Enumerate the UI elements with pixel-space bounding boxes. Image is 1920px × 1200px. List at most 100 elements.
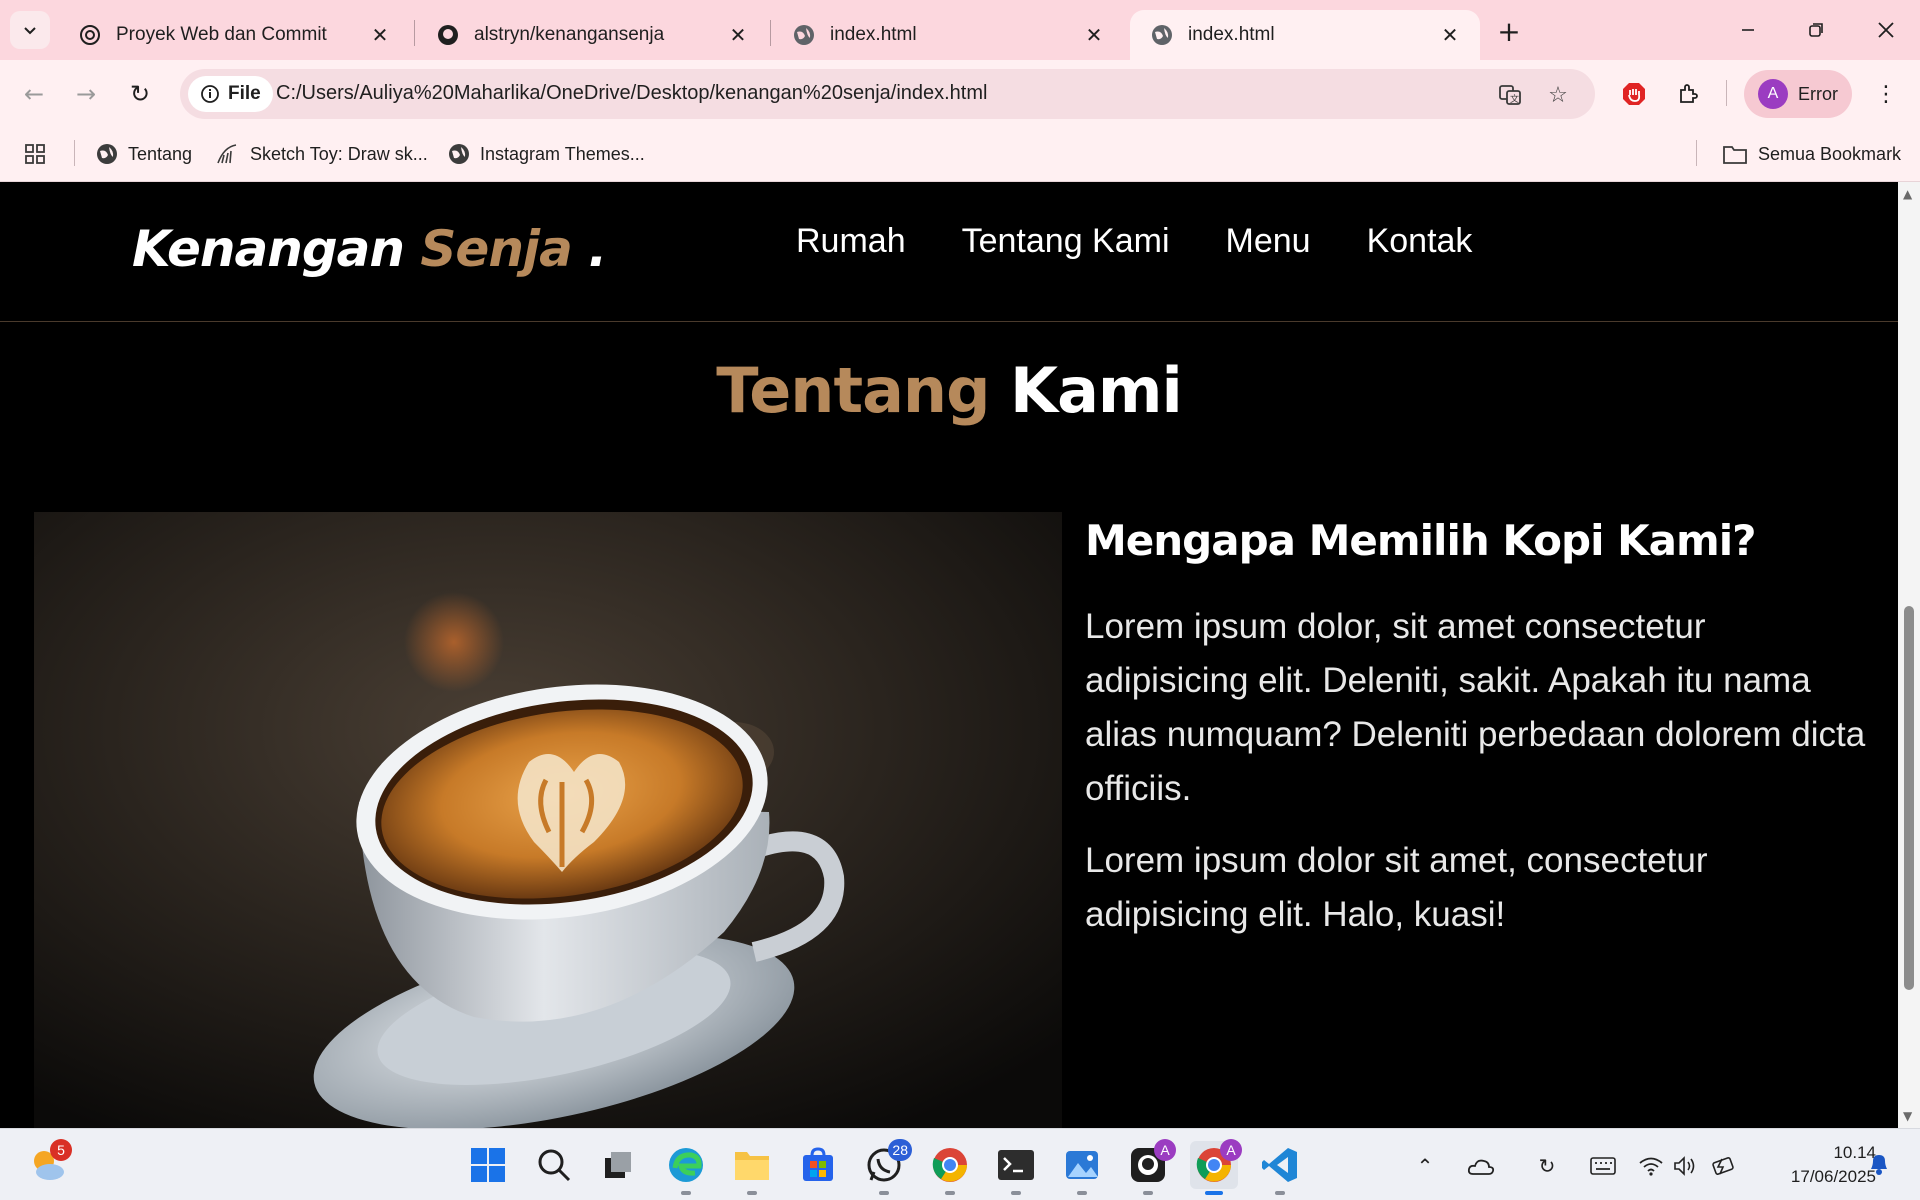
volume-icon[interactable] xyxy=(1670,1151,1700,1181)
close-window-button[interactable] xyxy=(1858,8,1914,52)
restore-icon xyxy=(1809,23,1823,37)
menu-kebab-icon[interactable]: ⋮ xyxy=(1868,76,1904,112)
task-view-icon xyxy=(605,1152,631,1178)
close-icon[interactable]: ✕ xyxy=(1438,23,1462,47)
search-button[interactable] xyxy=(530,1141,578,1189)
running-indicator xyxy=(879,1191,889,1195)
close-icon[interactable]: ✕ xyxy=(726,23,750,47)
sync-icon[interactable]: ↻ xyxy=(1532,1151,1562,1181)
about-title-main: Kami xyxy=(1010,354,1183,427)
translate-icon[interactable]: 文 xyxy=(1496,81,1524,109)
system-clock[interactable]: 10.14 17/06/2025 xyxy=(1756,1141,1876,1189)
bookmark-tentang[interactable]: Tentang xyxy=(96,138,192,170)
taskbar-photos[interactable] xyxy=(1058,1141,1106,1195)
tab-separator xyxy=(770,20,771,46)
scrollbar-thumb[interactable] xyxy=(1904,606,1914,990)
scheme-label: File xyxy=(228,83,261,104)
tab-strip: Proyek Web dan Commit ✕ alstryn/kenangan… xyxy=(0,0,1920,60)
scroll-up-icon[interactable]: ▲ xyxy=(1903,188,1915,200)
site-logo[interactable]: Kenangan Senja . xyxy=(132,220,607,278)
vscode-icon xyxy=(1262,1148,1297,1182)
chrome-icon xyxy=(932,1148,967,1182)
bookmark-separator xyxy=(74,140,75,166)
tab-github[interactable]: alstryn/kenangansenja ✕ xyxy=(416,10,768,60)
start-button[interactable] xyxy=(464,1141,512,1189)
taskbar-terminal[interactable] xyxy=(992,1141,1040,1195)
site-info-chip[interactable]: File xyxy=(188,76,273,112)
all-bookmarks-label: Semua Bookmark xyxy=(1758,143,1902,164)
notification-badge: 5 xyxy=(50,1139,72,1161)
profile-button[interactable]: A Error xyxy=(1744,70,1852,118)
taskbar-github-desktop[interactable]: A xyxy=(1124,1139,1176,1195)
openai-icon xyxy=(78,23,102,47)
page-viewport: Kenangan Senja . Rumah Tentang Kami Menu… xyxy=(0,182,1898,1128)
bookmark-instagram-themes[interactable]: Instagram Themes... xyxy=(448,138,645,170)
extensions-icon[interactable] xyxy=(1670,76,1706,112)
battery-icon[interactable] xyxy=(1708,1151,1738,1181)
close-icon[interactable]: ✕ xyxy=(368,23,392,47)
store-icon xyxy=(803,1147,833,1181)
taskbar-chrome-profile[interactable] xyxy=(926,1141,974,1195)
tab-title: index.html xyxy=(830,24,917,45)
minimize-button[interactable] xyxy=(1720,8,1776,52)
profile-badge: A xyxy=(1154,1139,1176,1161)
tab-separator xyxy=(414,20,415,46)
page-scrollbar[interactable]: ▲ ▼ xyxy=(1898,182,1920,1128)
logo-accent: Senja xyxy=(420,220,572,278)
restore-button[interactable] xyxy=(1788,8,1844,52)
about-section-title: Tentang Kami xyxy=(0,354,1898,427)
taskbar: 5 28 A A ⌃ ↻ 10.14 17/06/2025 xyxy=(0,1128,1920,1200)
running-indicator xyxy=(1011,1191,1021,1195)
extension-shield-icon[interactable] xyxy=(1616,76,1652,112)
onedrive-icon[interactable] xyxy=(1466,1151,1496,1181)
tab-title: Proyek Web dan Commit xyxy=(116,24,327,45)
about-paragraph-2: Lorem ipsum dolor sit amet, consectetur … xyxy=(1085,841,1708,934)
task-view-button[interactable] xyxy=(594,1141,642,1189)
close-icon[interactable]: ✕ xyxy=(1082,23,1106,47)
tab-title: index.html xyxy=(1188,24,1275,45)
site-nav-links: Rumah Tentang Kami Menu Kontak xyxy=(796,222,1472,261)
nav-link-menu[interactable]: Menu xyxy=(1226,222,1311,261)
tab-index-1[interactable]: index.html ✕ xyxy=(772,10,1124,60)
profile-badge: A xyxy=(1220,1139,1242,1161)
bookmark-sketch-toy[interactable]: Sketch Toy: Draw sk... xyxy=(216,138,428,170)
wifi-icon[interactable] xyxy=(1636,1151,1666,1181)
address-bar[interactable]: File C:/Users/Auliya%20Maharlika/OneDriv… xyxy=(180,69,1595,119)
all-bookmarks-button[interactable]: Semua Bookmark xyxy=(1722,138,1901,170)
reload-button[interactable]: ↻ xyxy=(122,76,158,112)
url-text[interactable]: C:/Users/Auliya%20Maharlika/OneDrive/Des… xyxy=(276,82,987,105)
active-indicator xyxy=(1205,1191,1223,1195)
tab-proyek-web[interactable]: Proyek Web dan Commit ✕ xyxy=(58,10,410,60)
taskbar-edge[interactable] xyxy=(662,1141,710,1195)
globe-icon xyxy=(97,144,117,164)
apps-button[interactable] xyxy=(24,138,46,170)
taskbar-file-explorer[interactable] xyxy=(728,1141,776,1195)
nav-link-tentang-kami[interactable]: Tentang Kami xyxy=(962,222,1170,261)
keyboard-icon[interactable] xyxy=(1588,1151,1618,1181)
notification-bell-icon[interactable] xyxy=(1864,1149,1894,1179)
globe-icon xyxy=(1150,23,1174,47)
nav-link-rumah[interactable]: Rumah xyxy=(796,222,906,261)
notification-badge: 28 xyxy=(888,1139,912,1161)
chevron-up-icon[interactable]: ⌃ xyxy=(1410,1151,1440,1181)
logo-suffix: . xyxy=(588,220,607,278)
scroll-down-icon[interactable]: ▼ xyxy=(1903,1110,1915,1122)
forward-button[interactable]: → xyxy=(68,76,104,112)
apps-grid-icon xyxy=(25,144,45,164)
nav-link-kontak[interactable]: Kontak xyxy=(1367,222,1473,261)
taskbar-whatsapp[interactable]: 28 xyxy=(860,1139,912,1195)
back-button[interactable]: ← xyxy=(16,76,52,112)
taskbar-vscode[interactable] xyxy=(1256,1141,1304,1195)
running-indicator xyxy=(945,1191,955,1195)
new-tab-button[interactable]: + xyxy=(1492,14,1526,48)
profile-status: Error xyxy=(1798,83,1838,104)
tab-search-button[interactable] xyxy=(10,11,50,49)
info-icon xyxy=(201,85,219,103)
taskbar-store[interactable] xyxy=(794,1141,842,1189)
tab-index-active[interactable]: index.html ✕ xyxy=(1130,10,1480,60)
bookmark-label: Tentang xyxy=(128,143,193,164)
coffee-cup-image xyxy=(34,512,1062,1128)
taskbar-chrome-active[interactable]: A xyxy=(1190,1139,1242,1195)
star-icon[interactable]: ☆ xyxy=(1544,81,1572,109)
weather-widget[interactable]: 5 xyxy=(24,1139,72,1189)
